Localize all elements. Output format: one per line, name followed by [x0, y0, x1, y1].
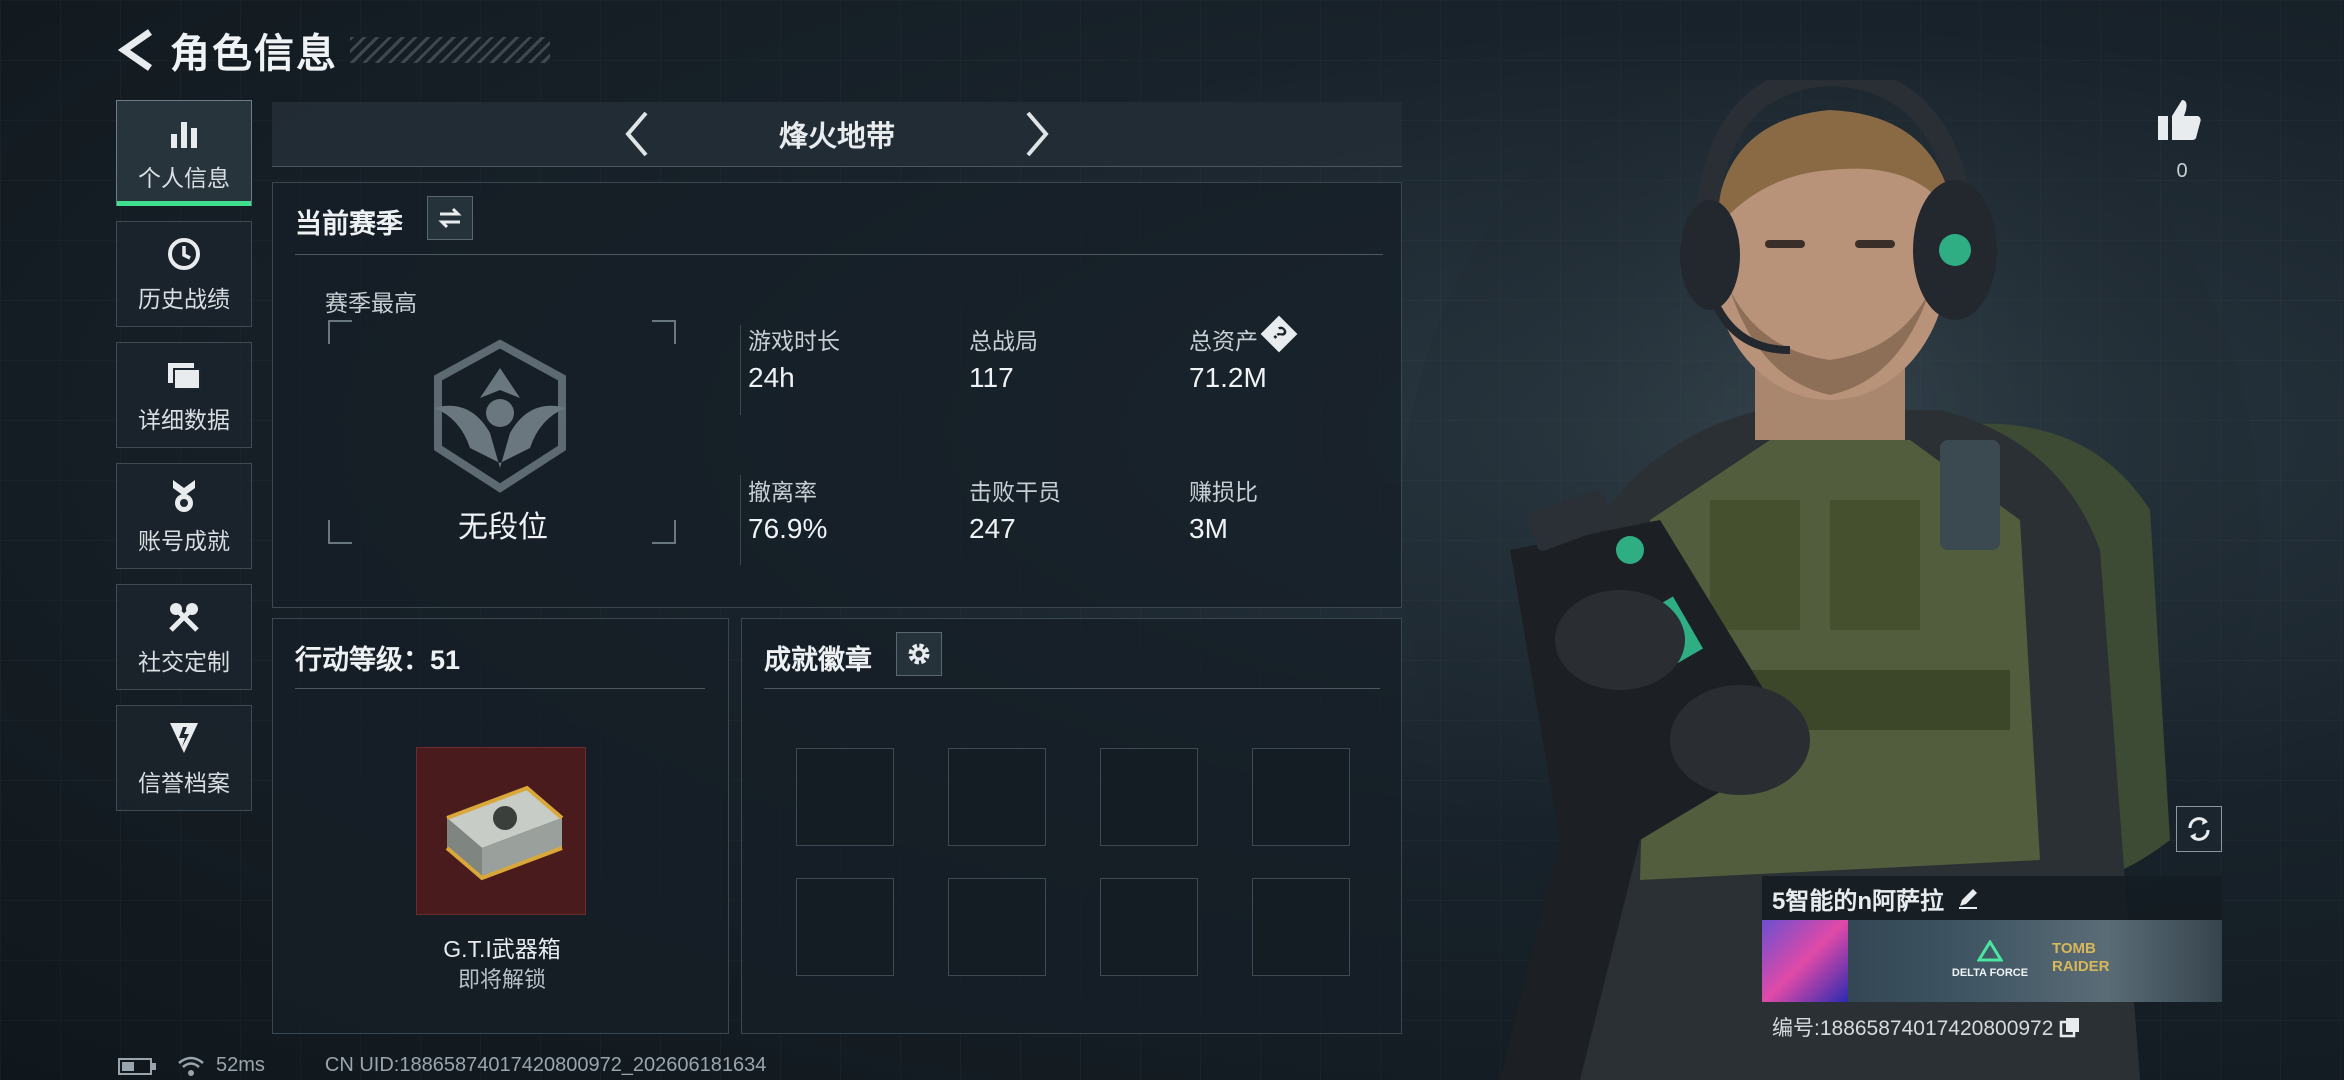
sidebar-item-reputation[interactable]: 信誉档案: [116, 705, 252, 811]
sidebar-item-label: 社交定制: [138, 649, 230, 675]
swap-arrows-icon: [438, 207, 462, 229]
sidebar-item-details[interactable]: 详细数据: [116, 342, 252, 448]
sidebar-item-label: 详细数据: [138, 407, 230, 433]
pencil-icon: [1959, 889, 1978, 909]
delta-triangle-icon: [1976, 939, 2004, 962]
frame-corner: [328, 520, 352, 544]
bar-chart-icon: [164, 113, 204, 153]
badge-slot[interactable]: [796, 878, 894, 976]
reward-status: 即将解锁: [457, 967, 546, 992]
badge-slot[interactable]: [1252, 748, 1350, 846]
shield-bolt-icon: [164, 718, 204, 758]
refresh-icon: [2188, 817, 2210, 841]
like-count: 0: [2176, 160, 2188, 182]
badge-slot[interactable]: [796, 748, 894, 846]
badge-slot[interactable]: [948, 748, 1046, 846]
season-best-label: 赛季最高: [325, 290, 417, 316]
reward-name: G.T.I武器箱: [443, 936, 561, 962]
sidebar-item-label: 信誉档案: [138, 770, 230, 796]
copy-icon: [2060, 1018, 2080, 1038]
stat-profit-label: 赚损比: [1189, 479, 1258, 505]
level-divider: [295, 688, 705, 689]
prev-mode-button[interactable]: [607, 104, 667, 164]
clock-history-icon: [164, 234, 204, 274]
delta-force-logo: DELTA FORCE: [1940, 939, 2040, 979]
switch-season-button[interactable]: [427, 196, 473, 240]
medal-icon: [164, 476, 204, 516]
weapon-crate-icon: [445, 785, 564, 881]
badge-slot[interactable]: [948, 878, 1046, 976]
back-arrow-icon: [117, 29, 152, 71]
page-title: 角色信息: [170, 32, 338, 76]
mode-selector: 烽火地带: [272, 102, 1402, 167]
stat-extraction-value: 76.9%: [748, 513, 828, 544]
frame-corner: [328, 320, 352, 344]
ping-value: 52ms: [216, 1054, 265, 1076]
sidebar: 个人信息 历史战绩 详细数据 账号成就 社交定制 信誉档案: [116, 100, 254, 826]
player-name: 5智能的n阿萨拉: [1772, 887, 1945, 915]
frame-corner: [652, 320, 676, 344]
wifi-icon: [178, 1056, 204, 1076]
uid-text: CN UID:18865874017420800972_202606181634: [324, 1054, 767, 1076]
stat-profit-value: 3M: [1189, 513, 1228, 544]
badge-slot[interactable]: [1100, 748, 1198, 846]
stat-extraction-label: 撤离率: [748, 479, 817, 505]
player-id: 编号:1886587401742080097​2: [1772, 1012, 2081, 1042]
status-bar: 52ms CN UID:18865874017420800972_2026061…: [118, 1054, 766, 1077]
season-divider: [295, 254, 1383, 255]
stat-playtime-value: 24h: [748, 362, 795, 393]
season-title: 当前赛季: [295, 209, 403, 239]
sidebar-item-label: 账号成就: [138, 528, 230, 554]
tomb-raider-logo: TOMB RAIDER: [2052, 940, 2110, 975]
edit-name-button[interactable]: [1956, 886, 1980, 910]
next-mode-button[interactable]: [1007, 104, 1067, 164]
frame-corner: [652, 520, 676, 544]
stat-kills-value: 247: [969, 513, 1016, 544]
chevron-right-icon: [1026, 111, 1049, 157]
stat-separator: [740, 475, 741, 565]
name-card-banner[interactable]: DELTA FORCE TOMB RAIDER: [1762, 920, 2222, 1002]
stat-matches-value: 117: [969, 362, 1014, 393]
stat-assets-value: 71.2M: [1189, 362, 1267, 393]
stat-playtime-label: 游戏时长: [748, 328, 840, 354]
like-button[interactable]: [2156, 96, 2208, 148]
stat-assets-label: 总资产: [1189, 328, 1258, 354]
sidebar-item-label: 历史战绩: [138, 286, 230, 312]
sidebar-item-label: 个人信息: [138, 165, 230, 191]
stat-kills-label: 击败干员: [969, 479, 1061, 505]
rank-name: 无段位: [458, 511, 548, 544]
mode-name: 烽火地带: [778, 121, 895, 153]
badge-slot[interactable]: [1252, 878, 1350, 976]
banner-art-left: [1762, 920, 1848, 1002]
rotate-view-button[interactable]: [2176, 806, 2222, 852]
sidebar-item-profile[interactable]: 个人信息: [116, 100, 252, 206]
stat-matches-label: 总战局: [969, 328, 1038, 354]
battery-icon: [118, 1057, 156, 1075]
folder-stack-icon: [164, 355, 204, 395]
header: 角色信息: [110, 20, 550, 80]
badge-slot[interactable]: [1100, 878, 1198, 976]
badges-divider: [764, 688, 1380, 689]
reward-crate-card[interactable]: [416, 747, 586, 915]
copy-id-button[interactable]: [2059, 1016, 2081, 1038]
tools-icon: [164, 597, 204, 637]
rank-emblem-icon: [434, 339, 566, 493]
badge-settings-button[interactable]: [896, 632, 942, 676]
sidebar-item-history[interactable]: 历史战绩: [116, 221, 252, 327]
badges-title: 成就徽章: [764, 645, 872, 675]
gear-icon: [908, 643, 930, 665]
player-name-bar: 5智能的n阿萨拉: [1762, 876, 2222, 920]
chevron-left-icon: [625, 111, 648, 157]
back-button[interactable]: [110, 24, 162, 76]
title-decoration: [350, 37, 550, 63]
stat-separator: [740, 325, 741, 415]
level-title: 行动等级：51: [295, 645, 461, 675]
sidebar-item-social[interactable]: 社交定制: [116, 584, 252, 690]
thumbs-up-icon: [2158, 100, 2201, 140]
sidebar-item-achievements[interactable]: 账号成就: [116, 463, 252, 569]
